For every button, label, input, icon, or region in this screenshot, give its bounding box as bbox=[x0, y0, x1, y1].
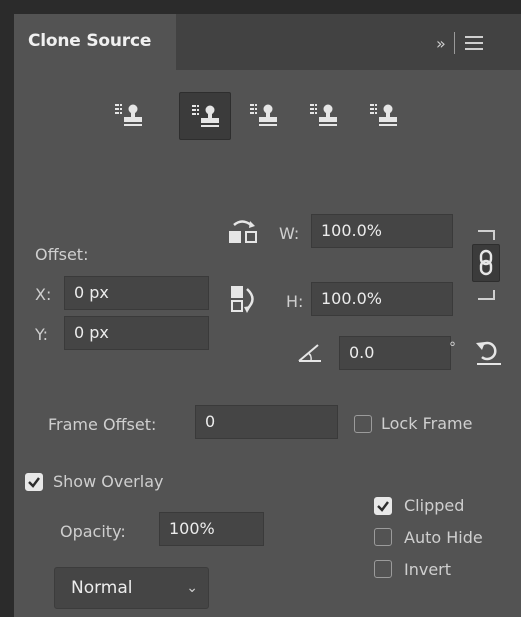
stamp-icon bbox=[370, 104, 397, 126]
auto-hide-label: Auto Hide bbox=[404, 528, 483, 547]
width-scale-field[interactable]: 100.0% bbox=[311, 214, 453, 248]
stamp-icon bbox=[310, 104, 337, 126]
show-overlay-checkbox[interactable] bbox=[25, 473, 43, 491]
offset-label: Offset: bbox=[35, 245, 89, 264]
stamp-icon bbox=[115, 104, 142, 126]
lock-frame-checkbox[interactable] bbox=[354, 415, 372, 433]
invert-label: Invert bbox=[404, 560, 452, 579]
hamburger-icon[interactable] bbox=[464, 36, 483, 50]
clone-source-3-button[interactable] bbox=[238, 92, 288, 138]
frame-offset-field[interactable]: 0 bbox=[195, 405, 338, 439]
tab-clone-source[interactable]: Clone Source bbox=[14, 14, 176, 72]
collapse-panel-button[interactable]: » bbox=[436, 34, 446, 53]
height-scale-field[interactable]: 100.0% bbox=[311, 282, 453, 316]
stamp-icon bbox=[192, 105, 219, 127]
offset-y-label: Y: bbox=[35, 325, 49, 344]
checkmark-icon bbox=[28, 477, 40, 488]
clone-source-5-button[interactable] bbox=[358, 92, 408, 138]
opacity-label: Opacity: bbox=[60, 522, 126, 541]
lock-frame-label: Lock Frame bbox=[381, 414, 473, 433]
clone-source-1-button[interactable] bbox=[103, 92, 153, 138]
clone-source-4-button[interactable] bbox=[298, 92, 348, 138]
stamp-icon bbox=[250, 104, 277, 126]
show-overlay-label: Show Overlay bbox=[53, 472, 164, 491]
chevron-down-icon: ⌄ bbox=[186, 580, 198, 596]
clipped-label: Clipped bbox=[404, 496, 465, 515]
width-label: W: bbox=[279, 224, 300, 243]
link-scale-button[interactable] bbox=[472, 244, 500, 282]
frame-offset-label: Frame Offset: bbox=[48, 415, 157, 434]
panel-header-actions: » bbox=[436, 28, 483, 58]
invert-checkbox[interactable] bbox=[374, 560, 392, 578]
header-divider bbox=[453, 32, 455, 54]
reset-transform-icon[interactable] bbox=[474, 339, 504, 367]
flip-horizontal-icon[interactable] bbox=[226, 219, 260, 245]
clipped-checkbox[interactable] bbox=[374, 497, 392, 515]
offset-x-label: X: bbox=[35, 285, 52, 304]
flip-vertical-icon[interactable] bbox=[228, 283, 260, 315]
clone-source-2-button[interactable] bbox=[179, 92, 231, 140]
checkmark-icon bbox=[377, 501, 389, 512]
auto-hide-checkbox[interactable] bbox=[374, 528, 392, 546]
blend-mode-value: Normal bbox=[71, 578, 133, 598]
blend-mode-select[interactable]: Normal ⌄ bbox=[54, 567, 209, 609]
rotation-angle-field[interactable]: 0.0 bbox=[339, 336, 451, 370]
opacity-field[interactable]: 100% bbox=[159, 512, 264, 546]
angle-icon bbox=[298, 344, 321, 362]
offset-x-field[interactable]: 0 px bbox=[64, 276, 209, 310]
offset-y-field[interactable]: 0 px bbox=[64, 316, 209, 350]
degree-symbol: ° bbox=[449, 340, 456, 356]
height-label: H: bbox=[286, 292, 304, 311]
chain-link-icon bbox=[479, 249, 493, 276]
